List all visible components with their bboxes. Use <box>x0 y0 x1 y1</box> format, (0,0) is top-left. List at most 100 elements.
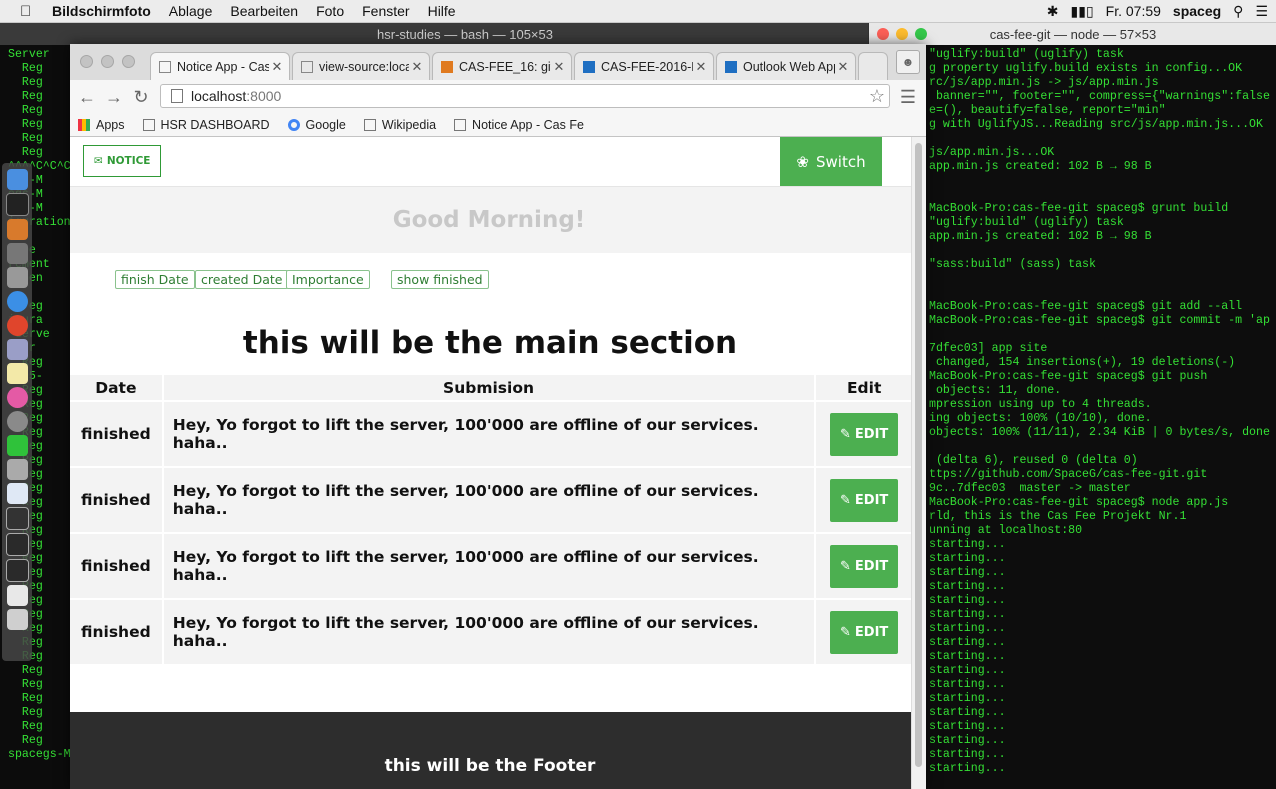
zoom-window-icon[interactable] <box>915 28 927 40</box>
terminal-window-right[interactable]: cas-fee-git — node — 57×53 "uglify:build… <box>868 23 1276 789</box>
row-submission-text: Hey, Yo forgot to lift the server, 100'0… <box>163 534 815 598</box>
back-icon[interactable]: ← <box>76 86 98 108</box>
preview-icon[interactable] <box>6 339 28 360</box>
menu-ablage[interactable]: Ablage <box>169 3 213 19</box>
grid-favicon-icon <box>583 60 595 73</box>
address-bar[interactable]: localhost:8000 ☆ <box>160 84 890 108</box>
pencil-icon: ✎ <box>840 426 851 442</box>
bookmark-star-icon[interactable]: ☆ <box>869 85 885 107</box>
bookmark-notice-app[interactable]: Notice App - Cas Fe <box>454 118 584 132</box>
show-finished-button[interactable]: show finished <box>391 270 489 289</box>
trash-icon[interactable] <box>6 609 28 630</box>
sort-importance-button[interactable]: Importance <box>286 270 370 289</box>
finder-icon[interactable] <box>6 169 28 190</box>
zoom-window-icon[interactable] <box>122 55 135 68</box>
menu-bearbeiten[interactable]: Bearbeiten <box>230 3 298 19</box>
edit-button-label: EDIT <box>854 624 889 640</box>
battery-icon[interactable]: ▮▮▯ <box>1071 3 1094 20</box>
screenshot-stack-icon[interactable] <box>5 533 29 556</box>
menubar-clock[interactable]: Fr. 07:59 <box>1106 3 1161 19</box>
page-info-icon[interactable] <box>171 89 183 103</box>
table-row: finished Hey, Yo forgot to lift the serv… <box>70 600 912 664</box>
edit-button-label: EDIT <box>854 558 889 574</box>
spotlight-search-icon[interactable]: ⚲ <box>1233 3 1243 20</box>
tab-outlook-web-app[interactable]: Outlook Web App ✕ <box>716 52 856 80</box>
scrollbar-thumb[interactable] <box>915 143 922 767</box>
profile-icon[interactable]: ☻ <box>896 50 920 74</box>
apple-icon[interactable]:  <box>20 3 38 20</box>
menu-hilfe[interactable]: Hilfe <box>428 3 456 19</box>
new-tab-button[interactable] <box>858 52 888 80</box>
forward-icon[interactable]: → <box>103 86 125 108</box>
chrome-icon[interactable] <box>6 315 28 336</box>
bluetooth-icon[interactable]: ✱ <box>1047 3 1059 20</box>
bookmark-label: Notice App - Cas Fe <box>472 118 584 132</box>
minimize-window-icon[interactable] <box>896 28 908 40</box>
bookmark-google[interactable]: Google <box>287 118 346 132</box>
edit-button[interactable]: ✎ EDIT <box>830 544 899 588</box>
help-icon[interactable] <box>6 243 28 264</box>
activity-monitor-icon[interactable] <box>6 435 28 456</box>
table-header-row: Date Submision Edit <box>70 375 912 400</box>
footer-text: this will be the Footer <box>384 756 596 776</box>
sort-finish-date-button[interactable]: finish Date <box>115 270 195 289</box>
page-scrollbar[interactable] <box>911 137 926 789</box>
close-tab-icon[interactable]: ✕ <box>551 59 567 75</box>
close-window-icon[interactable] <box>80 55 93 68</box>
bookmark-hsr-dashboard[interactable]: HSR DASHBOARD <box>142 118 270 132</box>
close-tab-icon[interactable]: ✕ <box>693 59 709 75</box>
reload-icon[interactable]: ↻ <box>130 86 152 108</box>
safari-icon[interactable] <box>6 291 28 312</box>
menubar-user[interactable]: spaceg <box>1173 3 1221 19</box>
column-header-date: Date <box>70 375 162 400</box>
tab-label: Notice App - Cas <box>177 59 269 74</box>
url-port: :8000 <box>246 88 282 104</box>
folder-stack-icon[interactable] <box>5 507 29 530</box>
close-tab-icon[interactable]: ✕ <box>269 59 285 75</box>
close-window-icon[interactable] <box>877 28 889 40</box>
close-tab-icon[interactable]: ✕ <box>409 59 425 75</box>
page-favicon-icon <box>159 60 171 73</box>
tab-cas-fee-git[interactable]: CAS-FEE_16: git ✕ <box>432 52 572 80</box>
bookmark-apps[interactable]: Apps <box>78 118 125 132</box>
menu-fenster[interactable]: Fenster <box>362 3 409 19</box>
tab-notice-app[interactable]: Notice App - Cas ✕ <box>150 52 290 80</box>
table-row: finished Hey, Yo forgot to lift the serv… <box>70 468 912 532</box>
switch-button[interactable]: ❀ Switch <box>780 137 882 186</box>
bookmark-wikipedia[interactable]: Wikipedia <box>363 118 436 132</box>
itunes-icon[interactable] <box>6 387 28 408</box>
image-capture-icon[interactable] <box>6 459 28 480</box>
url-host: localhost <box>191 88 247 104</box>
edit-button[interactable]: ✎ EDIT <box>830 478 899 522</box>
sublime-icon[interactable] <box>6 219 28 240</box>
edit-button[interactable]: ✎ EDIT <box>830 610 899 654</box>
document-icon[interactable] <box>6 483 28 504</box>
edit-button[interactable]: ✎ EDIT <box>830 412 899 456</box>
page-viewport[interactable]: ✉ NOTICE ❀ Switch Good Morning! finish D… <box>70 137 926 789</box>
notice-button[interactable]: ✉ NOTICE <box>83 145 162 177</box>
downloads-stack-icon[interactable] <box>5 559 29 582</box>
mail-stack-icon[interactable] <box>6 585 28 606</box>
greeting-text: Good Morning! <box>392 207 586 233</box>
dock <box>2 163 32 661</box>
tab-cas-fee-2016[interactable]: CAS-FEE-2016-H ✕ <box>574 52 714 80</box>
menubar-app-name[interactable]: Bildschirmfoto <box>52 3 151 19</box>
tab-view-source[interactable]: view-source:loca ✕ <box>292 52 430 80</box>
close-tab-icon[interactable]: ✕ <box>835 59 851 75</box>
minimize-window-icon[interactable] <box>101 55 114 68</box>
browser-menu-icon[interactable]: ☰ <box>900 87 916 108</box>
notification-center-icon[interactable]: ☰ <box>1255 3 1268 20</box>
menu-foto[interactable]: Foto <box>316 3 344 19</box>
notice-app-page: ✉ NOTICE ❀ Switch Good Morning! finish D… <box>70 137 914 789</box>
tab-label: CAS-FEE_16: git <box>459 59 551 74</box>
leaf-icon: ❀ <box>796 152 809 171</box>
notes-icon[interactable] <box>6 363 28 384</box>
terminal-app-icon[interactable] <box>5 193 29 216</box>
system-preferences-icon[interactable] <box>6 411 28 432</box>
row-submission-text: Hey, Yo forgot to lift the server, 100'0… <box>163 600 815 664</box>
sort-created-date-button[interactable]: created Date <box>195 270 289 289</box>
macos-menubar:  Bildschirmfoto Ablage Bearbeiten Foto … <box>0 0 1276 23</box>
launchpad-icon[interactable] <box>6 267 28 288</box>
table-row: finished Hey, Yo forgot to lift the serv… <box>70 534 912 598</box>
main-section-title: this will be the main section <box>242 325 738 361</box>
